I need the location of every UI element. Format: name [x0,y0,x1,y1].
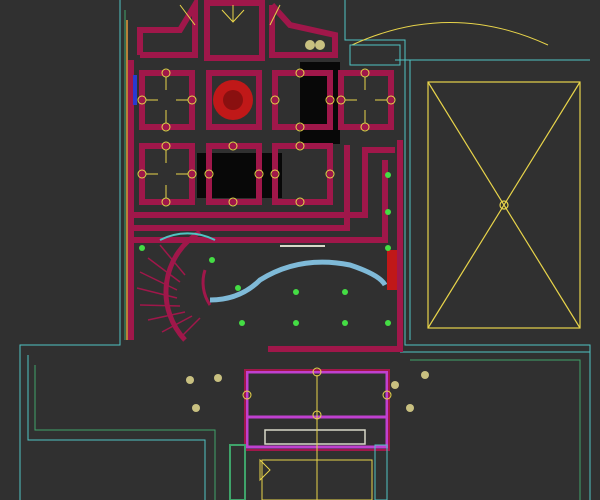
right-room-ceiling [427,81,581,329]
blue-window [133,75,137,105]
right-wall-fixture [387,250,397,290]
lower-room [229,367,392,500]
floor-plan-drawing[interactable] [0,0,600,500]
cad-viewport[interactable] [0,0,600,500]
chandelier-icon [213,80,253,120]
